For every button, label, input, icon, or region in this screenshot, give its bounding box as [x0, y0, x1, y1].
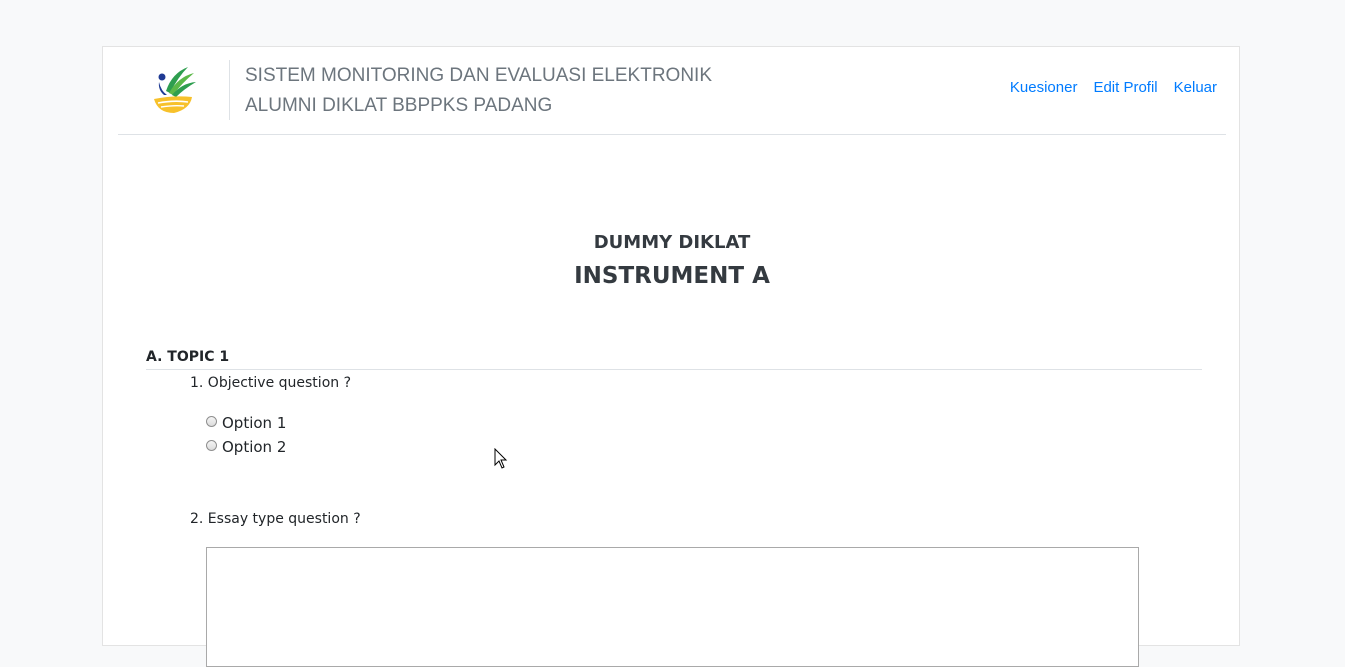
ministry-logo-icon [154, 67, 196, 113]
page-title: INSTRUMENT A [574, 263, 770, 289]
option-1-radio[interactable] [206, 415, 217, 427]
option-2-radio[interactable] [206, 439, 217, 451]
nav-edit-profil-link[interactable]: Edit Profil [1093, 79, 1157, 96]
header: SISTEM MONITORING DAN EVALUASI ELEKTRONI… [118, 47, 1226, 135]
brand-line-2: ALUMNI DIKLAT BBPPKS PADANG [245, 95, 553, 116]
section-title: A. TOPIC 1 [146, 349, 1202, 370]
option-2-label: Option 2 [222, 438, 287, 456]
brand-title: SISTEM MONITORING DAN EVALUASI ELEKTRONI… [245, 61, 712, 121]
nav-kuesioner-link[interactable]: Kuesioner [1010, 79, 1078, 96]
top-nav: Kuesioner Edit Profil Keluar [994, 79, 1217, 96]
option-2[interactable]: Option 2 [206, 438, 286, 456]
header-divider [229, 60, 230, 120]
option-1-label: Option 1 [222, 414, 287, 432]
question-1-text: 1. Objective question ? [190, 375, 352, 391]
main-card: SISTEM MONITORING DAN EVALUASI ELEKTRONI… [102, 46, 1240, 667]
essay-answer-textarea[interactable] [206, 547, 1139, 667]
brand-line-1: SISTEM MONITORING DAN EVALUASI ELEKTRONI… [245, 65, 712, 86]
option-1[interactable]: Option 1 [206, 414, 286, 432]
mouse-pointer-icon [494, 448, 508, 469]
nav-keluar-link[interactable]: Keluar [1174, 79, 1217, 96]
question-2-text: 2. Essay type question ? [190, 511, 361, 527]
page-subtitle: DUMMY DIKLAT [593, 232, 751, 253]
